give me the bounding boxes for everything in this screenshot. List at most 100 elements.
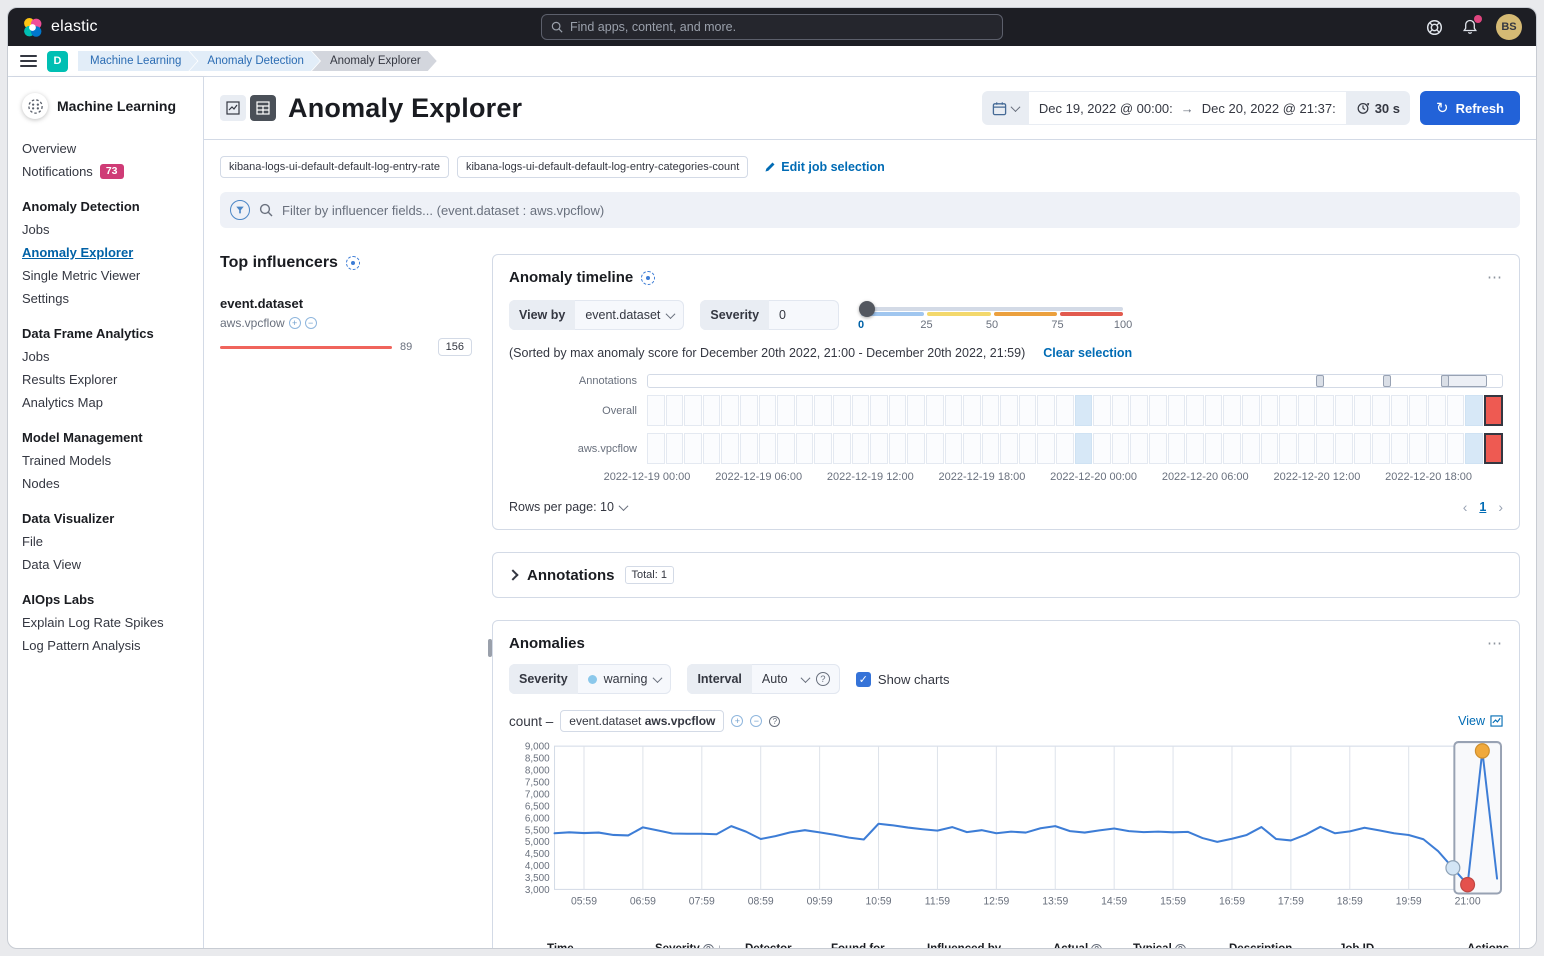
swimlane-cell[interactable]	[1130, 395, 1148, 426]
global-search-input[interactable]: Find apps, content, and more.	[541, 14, 1003, 40]
swimlane-cell[interactable]	[1149, 433, 1167, 464]
expand-chevron-icon[interactable]	[507, 569, 518, 580]
swimlane-cell[interactable]	[1298, 395, 1316, 426]
swimlane-cell[interactable]	[1037, 395, 1055, 426]
swimlane-cell[interactable]	[1186, 395, 1204, 426]
swimlane-cell[interactable]	[1000, 433, 1018, 464]
swimlane-cell[interactable]	[963, 433, 981, 464]
annotation-marker[interactable]	[1316, 375, 1324, 387]
swimlane-cell[interactable]	[1000, 395, 1018, 426]
swimlane-cell[interactable]	[1335, 395, 1353, 426]
swimlane-cell[interactable]	[1279, 395, 1297, 426]
swimlane-cell[interactable]	[982, 395, 1000, 426]
swimlane-cell[interactable]	[1168, 433, 1186, 464]
column-help-icon[interactable]: ?	[1175, 944, 1186, 949]
swimlane-cell[interactable]	[1391, 395, 1409, 426]
swimlane-cell[interactable]	[963, 395, 981, 426]
swimlane-cell[interactable]	[1112, 395, 1130, 426]
swimlane-cell[interactable]	[852, 433, 870, 464]
date-picker-menu-button[interactable]	[982, 91, 1029, 125]
swimlane-cell[interactable]	[1354, 433, 1372, 464]
date-range-start[interactable]: Dec 19, 2022 @ 00:00:	[1039, 101, 1173, 116]
column-header-severity[interactable]: Severity?↓	[647, 935, 737, 948]
swimlane-cell[interactable]	[1447, 395, 1465, 426]
swimlane-cell[interactable]	[1261, 433, 1279, 464]
swimlane-cell[interactable]	[907, 395, 925, 426]
swimlane-cell[interactable]	[1223, 395, 1241, 426]
menu-button[interactable]	[20, 55, 37, 67]
sidebar-item-notifications[interactable]: Notifications73	[22, 160, 189, 183]
refresh-button[interactable]: ↻ Refresh	[1420, 91, 1520, 125]
swimlane-cell[interactable]	[1372, 395, 1390, 426]
swimlane-cell[interactable]	[740, 395, 758, 426]
elastic-logo[interactable]: elastic	[22, 17, 98, 38]
breadcrumb-machine-learning[interactable]: Machine Learning	[78, 51, 197, 71]
previous-page-button[interactable]: ‹	[1463, 499, 1468, 515]
severity-slider[interactable]: 0255075100	[861, 298, 1123, 332]
swimlane-cell[interactable]	[1168, 395, 1186, 426]
column-help-icon[interactable]: ?	[703, 944, 714, 949]
swimlane-cell[interactable]	[1428, 433, 1446, 464]
swimlane-cell[interactable]	[1428, 395, 1446, 426]
swimlane-cell[interactable]	[814, 433, 832, 464]
swimlane-cell[interactable]	[1037, 433, 1055, 464]
swimlane-cell[interactable]	[907, 433, 925, 464]
swimlane-cell[interactable]	[666, 433, 684, 464]
swimlane-cell[interactable]	[703, 433, 721, 464]
annotation-marker[interactable]	[1383, 375, 1391, 387]
sidebar-item-jobs[interactable]: Jobs	[22, 218, 189, 241]
view-by-select[interactable]: View by event.dataset	[509, 300, 684, 330]
swimlane-cell[interactable]	[1093, 433, 1111, 464]
swimlane-cell[interactable]	[945, 395, 963, 426]
charts-view-toggle[interactable]	[220, 95, 246, 121]
swimlane-cell[interactable]	[647, 433, 665, 464]
edit-job-selection-link[interactable]: Edit job selection	[764, 160, 885, 174]
panel-menu-button[interactable]: ⋯	[1487, 640, 1503, 648]
swimlane-cell[interactable]	[759, 433, 777, 464]
sidebar-item-explain-log-rate-spikes[interactable]: Explain Log Rate Spikes	[22, 611, 189, 634]
remove-filter-icon[interactable]: −	[305, 317, 317, 329]
swimlane-cell[interactable]	[1093, 395, 1111, 426]
severity-threshold-input[interactable]: Severity 0	[700, 300, 839, 330]
swimlane-cell[interactable]	[1372, 433, 1390, 464]
date-range-end[interactable]: Dec 20, 2022 @ 21:37:	[1202, 101, 1336, 116]
sidebar-item-overview[interactable]: Overview	[22, 137, 189, 160]
page-number[interactable]: 1	[1479, 500, 1486, 514]
annotations-panel[interactable]: Annotations Total: 1	[492, 552, 1520, 598]
swimlane-cell[interactable]	[777, 433, 795, 464]
swimlane-cell[interactable]	[1279, 433, 1297, 464]
sidebar-item-analytics-map[interactable]: Analytics Map	[22, 391, 189, 414]
job-badge-log-entry-rate[interactable]: kibana-logs-ui-default-default-log-entry…	[220, 156, 449, 178]
swimlane-cell[interactable]	[1075, 433, 1093, 464]
swimlane-cell[interactable]	[870, 433, 888, 464]
swimlane-cell[interactable]	[889, 433, 907, 464]
job-badge-log-entry-categories-count[interactable]: kibana-logs-ui-default-default-log-entry…	[457, 156, 748, 178]
swimlane-cell[interactable]	[1298, 433, 1316, 464]
help-button[interactable]	[1424, 17, 1444, 37]
swimlane-cell[interactable]	[1391, 433, 1409, 464]
swimlane-cell[interactable]	[1205, 395, 1223, 426]
swimlane-cell[interactable]	[666, 395, 684, 426]
slider-handle[interactable]	[859, 301, 875, 317]
swimlane-cell[interactable]	[982, 433, 1000, 464]
swimlane-cell[interactable]	[1205, 433, 1223, 464]
swimlane-cell[interactable]	[647, 395, 665, 426]
swimlane-cell[interactable]	[852, 395, 870, 426]
swimlane-cell[interactable]	[759, 395, 777, 426]
swimlane-cell[interactable]	[684, 433, 702, 464]
next-page-button[interactable]: ›	[1498, 499, 1503, 515]
kql-filter-icon[interactable]	[230, 200, 250, 220]
info-icon[interactable]	[641, 271, 655, 285]
sidebar-item-jobs[interactable]: Jobs	[22, 345, 189, 368]
add-filter-icon[interactable]: +	[289, 317, 301, 329]
swimlane-cell[interactable]	[1484, 433, 1504, 464]
interval-select[interactable]: Interval Auto ?	[687, 664, 839, 694]
swimlane-cell[interactable]	[870, 395, 888, 426]
sidebar-item-data-view[interactable]: Data View	[22, 553, 189, 576]
sort-down-icon[interactable]: ↓	[717, 943, 723, 948]
swimlane-cell[interactable]	[1242, 433, 1260, 464]
sidebar-item-nodes[interactable]: Nodes	[22, 472, 189, 495]
avatar[interactable]: BS	[1496, 14, 1522, 40]
swimlane-cell[interactable]	[1075, 395, 1093, 426]
swimlane-cell[interactable]	[1316, 395, 1334, 426]
